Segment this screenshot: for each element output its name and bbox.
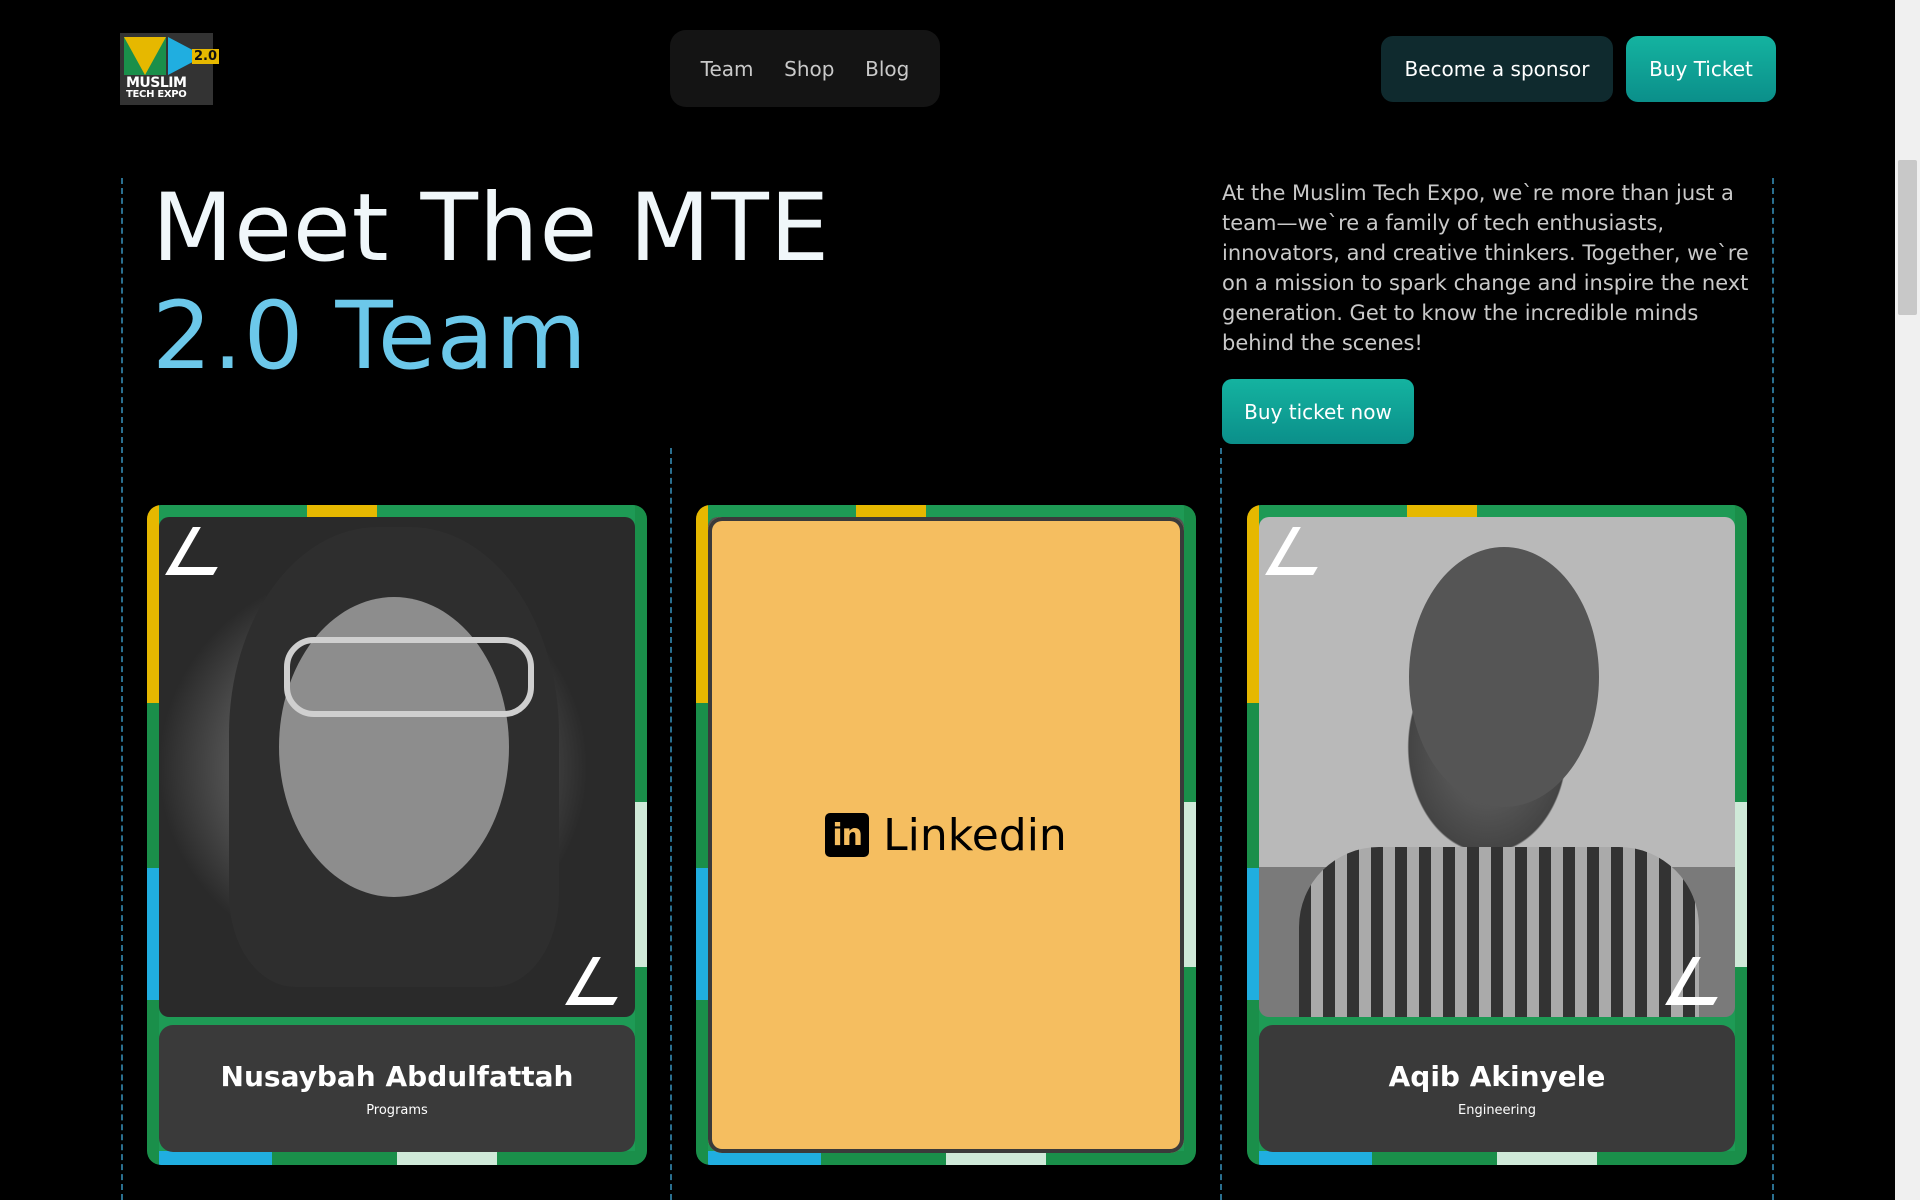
team-card[interactable]: Nusaybah Abdulfattah Programs	[147, 505, 647, 1165]
guide-line-mid-left	[670, 448, 672, 1200]
corner-decoration	[165, 527, 241, 575]
intro-text: At the Muslim Tech Expo, we`re more than…	[1222, 181, 1749, 355]
team-card[interactable]: Aqib Akinyele Engineering	[1247, 505, 1747, 1165]
logo-flag-green	[124, 37, 166, 75]
logo-text-line1: MUSLIM	[126, 75, 187, 91]
page-title-line1: Meet The MTE	[152, 174, 831, 283]
member-name-box: Nusaybah Abdulfattah Programs	[159, 1025, 635, 1152]
nav-team[interactable]: Team	[701, 57, 754, 81]
team-card[interactable]: in Linkedin	[696, 505, 1196, 1165]
become-sponsor-button[interactable]: Become a sponsor	[1381, 36, 1613, 102]
scrollbar-thumb[interactable]	[1898, 160, 1917, 315]
linkedin-label: Linkedin	[883, 809, 1067, 861]
logo-text-line2: TECH EXPO	[126, 89, 187, 100]
corner-decoration	[1265, 527, 1341, 575]
main-nav: Team Shop Blog	[670, 30, 940, 107]
corner-decoration	[565, 957, 635, 1005]
photo-glasses-shape	[284, 637, 534, 717]
member-name: Aqib Akinyele	[1388, 1059, 1606, 1093]
member-name: Nusaybah Abdulfattah	[220, 1059, 574, 1093]
buy-ticket-button[interactable]: Buy Ticket	[1626, 36, 1776, 102]
team-member-photo	[159, 517, 635, 1017]
linkedin-icon: in	[825, 813, 870, 857]
member-role: Engineering	[1458, 1102, 1536, 1118]
member-role: Programs	[366, 1102, 428, 1118]
page-title-line2: 2.0 Team	[152, 282, 588, 391]
mte-logo[interactable]: 2.0 MUSLIM TECH EXPO	[120, 33, 220, 105]
nav-blog[interactable]: Blog	[865, 57, 909, 81]
logo-version: 2.0	[192, 49, 220, 64]
nav-shop[interactable]: Shop	[784, 57, 834, 81]
guide-line-mid-right	[1220, 448, 1222, 1200]
guide-line-left	[121, 178, 123, 1200]
team-member-photo	[1259, 517, 1735, 1017]
buy-ticket-now-button[interactable]: Buy ticket now	[1222, 379, 1414, 444]
page-title: Meet The MTE 2.0 Team	[152, 175, 830, 391]
member-name-box: Aqib Akinyele Engineering	[1259, 1025, 1735, 1152]
linkedin-overlay[interactable]: in Linkedin	[708, 517, 1184, 1153]
photo-face-shape	[1409, 547, 1599, 807]
photo-shirt-shape	[1299, 847, 1699, 1017]
guide-line-right	[1772, 178, 1774, 1200]
